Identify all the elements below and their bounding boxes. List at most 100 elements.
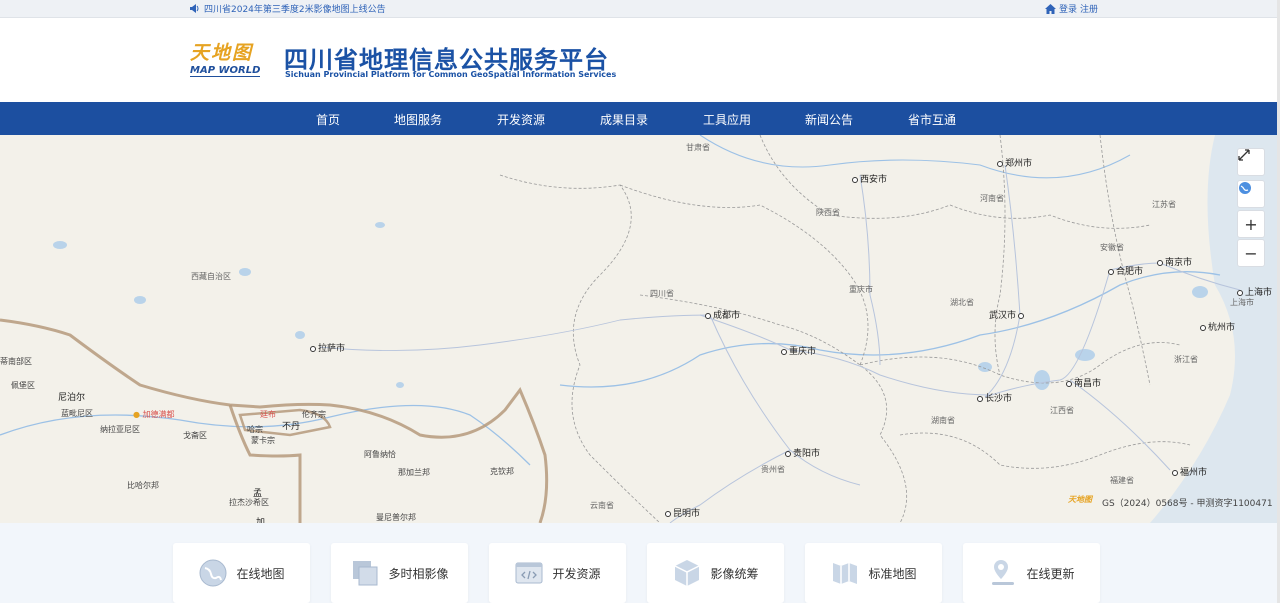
city-dot bbox=[1108, 268, 1114, 275]
nav-tools[interactable]: 工具应用 bbox=[703, 111, 751, 128]
city-dot bbox=[705, 312, 711, 319]
layers-icon bbox=[353, 561, 378, 586]
city-name: 昆明市 bbox=[673, 509, 701, 519]
map-label-city[interactable]: 南京市 bbox=[1157, 255, 1192, 268]
tile-label: 标准地图 bbox=[868, 566, 917, 581]
map-label-region: 阿鲁纳恰 bbox=[364, 450, 396, 459]
map-label-province: 重庆市 bbox=[849, 285, 873, 294]
location-pin-icon bbox=[992, 560, 1015, 585]
map-label-city[interactable]: 贵阳市 bbox=[785, 446, 820, 459]
city-dot bbox=[1157, 259, 1163, 266]
map-label-region: 克钦邦 bbox=[490, 467, 514, 476]
map-label-region: 曼尼普尔邦 bbox=[376, 513, 416, 522]
tile-standard-map[interactable]: 标准地图 bbox=[805, 543, 942, 603]
tile-dev-resources[interactable]: 开发资源 bbox=[489, 543, 626, 603]
map-label-country: 不丹 bbox=[282, 422, 301, 432]
map-label-province: 上海市 bbox=[1230, 298, 1254, 307]
home-icon bbox=[1045, 3, 1056, 14]
map-label-city[interactable]: 成都市 bbox=[705, 308, 740, 321]
zoom-in-button[interactable]: + bbox=[1237, 210, 1265, 238]
city-name: 重庆市 bbox=[789, 347, 817, 357]
main-nav: 首页 地图服务 开发资源 成果目录 工具应用 新闻公告 省市互通 bbox=[0, 102, 1277, 135]
river bbox=[699, 135, 1131, 179]
map-label-city[interactable]: 合肥市 bbox=[1108, 264, 1143, 277]
map-label-city[interactable]: 重庆市 bbox=[781, 344, 816, 357]
logo-text-en: MAP WORLD bbox=[190, 65, 261, 77]
nav-catalog[interactable]: 成果目录 bbox=[600, 111, 648, 128]
auth-links: 登录 注册 bbox=[1045, 2, 1098, 15]
nav-home[interactable]: 首页 bbox=[316, 111, 340, 128]
nav-map-services[interactable]: 地图服务 bbox=[394, 111, 442, 128]
map-label-city[interactable]: 福州市 bbox=[1172, 465, 1207, 478]
map-label-province: 西藏自治区 bbox=[191, 272, 231, 281]
lake bbox=[295, 331, 305, 339]
tile-imagery-coord[interactable]: 影像统筹 bbox=[647, 543, 784, 603]
login-link[interactable]: 登录 bbox=[1059, 2, 1077, 15]
international-border bbox=[0, 318, 549, 523]
lake bbox=[134, 296, 146, 304]
map-label-city[interactable]: 南昌市 bbox=[1066, 376, 1101, 389]
city-dot bbox=[852, 176, 858, 183]
road bbox=[1069, 379, 1171, 471]
map-label-province: 陕西省 bbox=[816, 208, 840, 217]
tile-online-map[interactable]: 在线地图 bbox=[173, 543, 310, 603]
map-label-city[interactable]: 昆明市 bbox=[665, 506, 700, 519]
cube-icon bbox=[675, 560, 700, 586]
map-label-capital[interactable]: ● 加德满都 bbox=[133, 409, 175, 420]
map-copyright: GS（2024）0568号 - 甲测资字1100471 bbox=[1102, 499, 1273, 509]
map-viewport[interactable]: 甘肃省 西安市 郑州市 陕西省 河南省 江苏省 安徽省 合肥市 南京市 上海市 … bbox=[0, 135, 1277, 523]
map-label-province: 四川省 bbox=[650, 289, 674, 298]
capital-dot: ● bbox=[133, 410, 140, 419]
tile-multi-temporal[interactable]: 多时相影像 bbox=[331, 543, 468, 603]
map-label-province: 云南省 bbox=[590, 501, 614, 510]
globe-button[interactable] bbox=[1237, 180, 1265, 208]
nav-dev-resources[interactable]: 开发资源 bbox=[497, 111, 545, 128]
nav-news[interactable]: 新闻公告 bbox=[805, 111, 853, 128]
map-label-city[interactable]: 拉萨市 bbox=[310, 341, 345, 354]
fullscreen-button[interactable] bbox=[1237, 148, 1265, 176]
city-name: 武汉市 bbox=[989, 311, 1017, 321]
city-dot bbox=[977, 395, 983, 402]
province-border bbox=[899, 432, 1191, 469]
map-label-city[interactable]: 武汉市 bbox=[989, 308, 1026, 321]
announcement-text[interactable]: 四川省2024年第三季度2米影像地图上线公告 bbox=[204, 2, 386, 15]
tile-label: 在线更新 bbox=[1026, 566, 1075, 581]
map-label-region: 戈斋区 bbox=[183, 431, 207, 440]
city-name: 长沙市 bbox=[985, 394, 1013, 404]
megaphone-icon bbox=[190, 4, 199, 13]
map-label-province: 湖南省 bbox=[931, 416, 955, 425]
announcement[interactable]: 四川省2024年第三季度2米影像地图上线公告 bbox=[190, 2, 386, 15]
city-dot bbox=[785, 450, 791, 457]
road bbox=[859, 174, 881, 366]
city-dot bbox=[997, 160, 1003, 167]
city-name: 福州市 bbox=[1180, 468, 1208, 478]
logo-text-cn: 天地图 bbox=[190, 42, 254, 64]
road bbox=[709, 314, 861, 486]
map-label-province: 江苏省 bbox=[1152, 200, 1176, 209]
city-dot bbox=[665, 510, 671, 517]
register-link[interactable]: 注册 bbox=[1080, 2, 1098, 15]
map-label-country: 加 bbox=[256, 518, 266, 523]
lake bbox=[1034, 370, 1050, 390]
tile-online-update[interactable]: 在线更新 bbox=[963, 543, 1100, 603]
map-label-province: 福建省 bbox=[1110, 476, 1134, 485]
map-label-province: 安徽省 bbox=[1100, 243, 1124, 252]
tile-label: 多时相影像 bbox=[388, 566, 449, 581]
map-label-country: 尼泊尔 bbox=[58, 393, 86, 403]
map-label-capital[interactable]: 廷布 bbox=[260, 409, 276, 420]
map-label-city[interactable]: 杭州市 bbox=[1200, 320, 1235, 333]
site-logo[interactable]: 天地图 MAP WORLD bbox=[190, 38, 264, 82]
city-name: 南昌市 bbox=[1074, 379, 1102, 389]
map-label-city[interactable]: 长沙市 bbox=[977, 391, 1012, 404]
city-name: 南京市 bbox=[1165, 258, 1193, 268]
map-label-province: 贵州省 bbox=[761, 465, 785, 474]
nav-province-city[interactable]: 省市互通 bbox=[908, 111, 956, 128]
city-name: 贵阳市 bbox=[793, 449, 821, 459]
city-name: 郑州市 bbox=[1005, 159, 1033, 169]
map-label-city[interactable]: 郑州市 bbox=[997, 156, 1032, 169]
globe-icon bbox=[199, 559, 227, 587]
zoom-out-button[interactable]: − bbox=[1237, 239, 1265, 267]
map-label-province: 浙江省 bbox=[1174, 355, 1198, 364]
province-border bbox=[499, 174, 661, 523]
map-label-city[interactable]: 西安市 bbox=[852, 172, 887, 185]
